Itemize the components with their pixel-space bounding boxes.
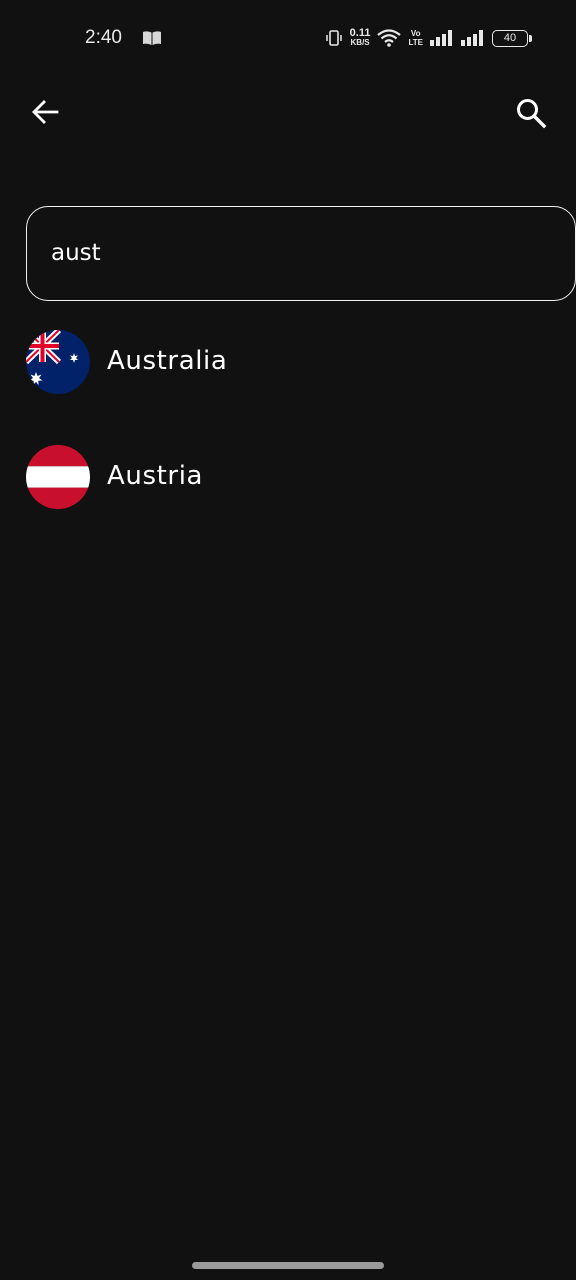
austria-flag-icon bbox=[26, 445, 90, 509]
book-icon bbox=[143, 31, 161, 45]
australia-flag-icon bbox=[26, 330, 90, 394]
volte-indicator: Vo LTE bbox=[408, 29, 423, 47]
country-name: Austria bbox=[107, 461, 204, 491]
network-speed: 0.11 KB/S bbox=[349, 27, 371, 48]
list-item-australia[interactable]: Australia bbox=[26, 330, 576, 445]
arrow-left-icon bbox=[32, 100, 59, 124]
signal-icon-sim2 bbox=[461, 30, 483, 46]
search-button[interactable] bbox=[510, 92, 552, 134]
home-indicator[interactable] bbox=[192, 1262, 384, 1269]
search-icon bbox=[517, 99, 547, 129]
status-bar: 2:40 0.11 KB/S Vo LTE 40 bbox=[0, 0, 576, 78]
back-button[interactable] bbox=[25, 92, 65, 132]
status-icons: 0.11 KB/S Vo LTE 40 bbox=[325, 26, 532, 50]
signal-icon-sim1 bbox=[430, 30, 452, 46]
search-field[interactable] bbox=[26, 206, 576, 301]
list-item-austria[interactable]: Austria bbox=[26, 445, 576, 560]
country-name: Australia bbox=[107, 346, 228, 376]
wifi-icon bbox=[377, 29, 402, 47]
search-input[interactable] bbox=[51, 207, 551, 299]
country-search-screen: 2:40 0.11 KB/S Vo LTE 40 aust Australia … bbox=[0, 0, 576, 1280]
country-list: Australia Austria bbox=[26, 330, 576, 560]
status-time: 2:40 bbox=[85, 27, 122, 48]
battery-indicator: 40 bbox=[492, 29, 532, 47]
vibrate-icon bbox=[325, 30, 342, 46]
